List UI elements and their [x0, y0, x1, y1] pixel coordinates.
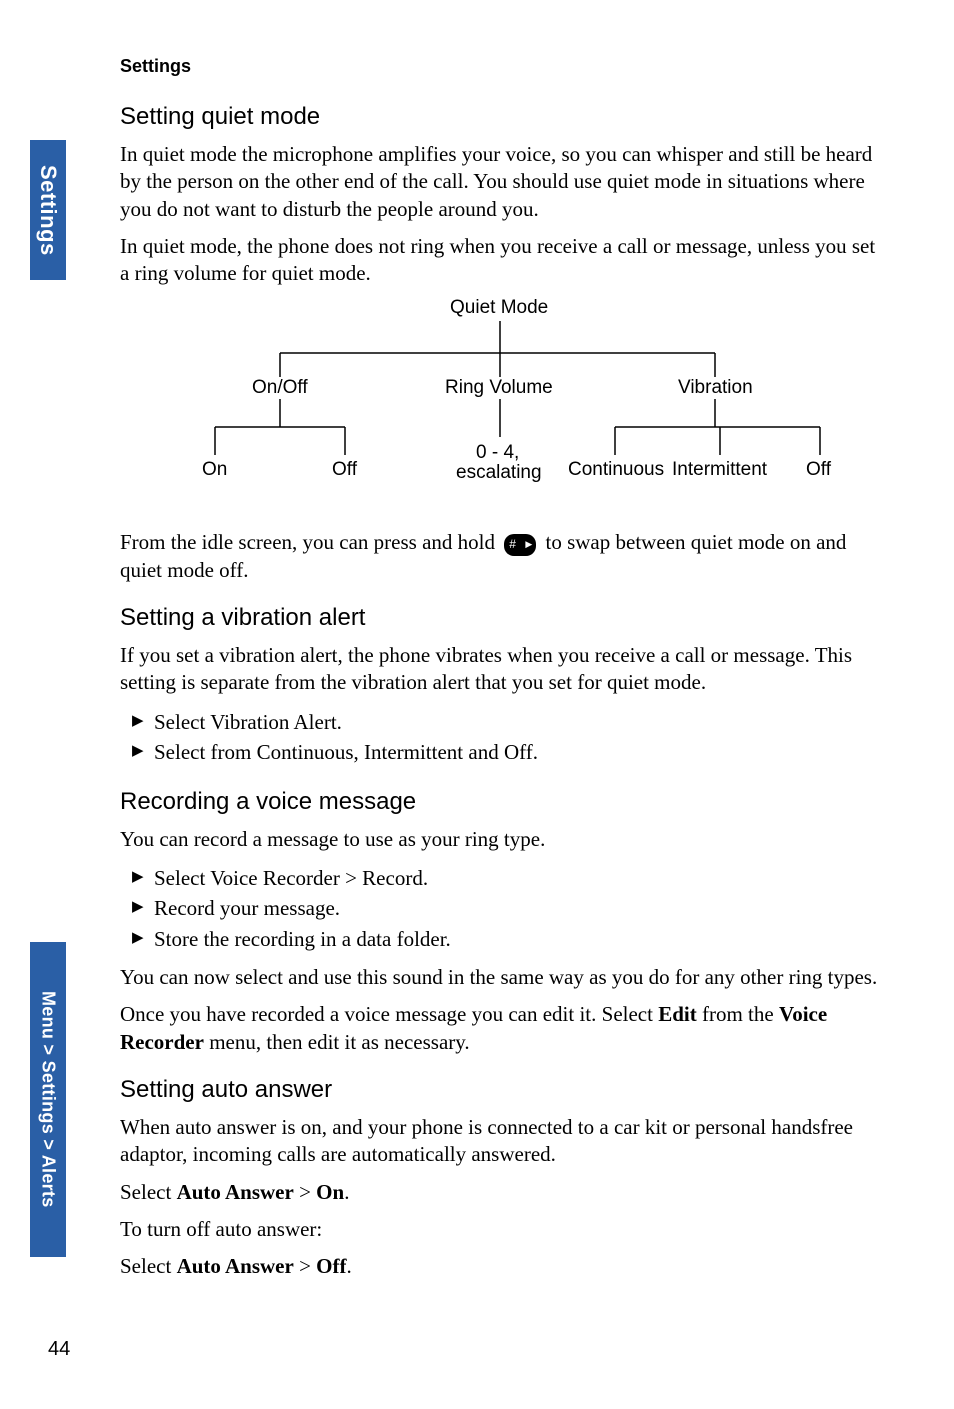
text: >: [294, 1254, 316, 1278]
text: .: [337, 710, 342, 734]
bullet-list: Select Vibration Alert. Select from Cont…: [120, 707, 880, 768]
text-bold: Edit: [658, 1002, 697, 1026]
heading-recording: Recording a voice message: [120, 788, 880, 816]
para: If you set a vibration alert, the phone …: [120, 642, 880, 697]
para: Select Auto Answer > On.: [120, 1179, 880, 1206]
heading-vibration-alert: Setting a vibration alert: [120, 604, 880, 632]
text: Select: [120, 1254, 177, 1278]
text: .: [533, 740, 538, 764]
list-item: Select Voice Recorder > Record.: [132, 863, 880, 893]
heading-auto-answer: Setting auto answer: [120, 1076, 880, 1104]
page-content: Settings Setting quiet mode In quiet mod…: [120, 56, 880, 1291]
tree-node-off: Off: [332, 459, 357, 481]
side-tab-breadcrumb: Menu > Settings > Alerts: [30, 942, 66, 1257]
para: You can record a message to use as your …: [120, 826, 880, 853]
side-tab-section: Settings: [30, 140, 66, 280]
text-bold: Off: [504, 740, 533, 764]
text: Select: [120, 1180, 177, 1204]
text: from the: [697, 1002, 779, 1026]
page-number: 44: [48, 1338, 70, 1361]
tree-node-continuous: Continuous: [568, 459, 664, 481]
text-bold: Auto Answer: [177, 1180, 294, 1204]
text: .: [423, 866, 428, 890]
para: In quiet mode the microphone amplifies y…: [120, 141, 880, 223]
tree-node-intermittent: Intermittent: [672, 459, 767, 481]
text: Once you have recorded a voice message y…: [120, 1002, 658, 1026]
para: From the idle screen, you can press and …: [120, 529, 880, 584]
hash-key-icon: [504, 534, 536, 556]
quiet-mode-tree-diagram: Quiet Mode On/Off Ring Volume Vibration …: [160, 297, 840, 507]
tree-node-vibration: Vibration: [678, 377, 753, 399]
text: From the idle screen, you can press and …: [120, 530, 500, 554]
side-tab-section-label: Settings: [35, 165, 61, 256]
text-bold: Auto Answer: [177, 1254, 294, 1278]
heading-quiet-mode: Setting quiet mode: [120, 103, 880, 131]
text-bold: Vibration Alert: [210, 710, 336, 734]
text: >: [340, 866, 362, 890]
list-item: Record your message.: [132, 893, 880, 923]
text: ,: [354, 740, 365, 764]
text: and: [463, 740, 504, 764]
text-bold: Continuous: [257, 740, 354, 764]
text: menu, then edit it as necessary.: [204, 1030, 470, 1054]
para: Select Auto Answer > Off.: [120, 1253, 880, 1280]
list-item: Store the recording in a data folder.: [132, 924, 880, 954]
text: Select: [154, 710, 210, 734]
tree-node-ringvol: Ring Volume: [445, 377, 553, 399]
text: .: [347, 1254, 352, 1278]
tree-node-on: On: [202, 459, 227, 481]
tree-node-voff: Off: [806, 459, 831, 481]
bullet-list: Select Voice Recorder > Record. Record y…: [120, 863, 880, 954]
para: In quiet mode, the phone does not ring w…: [120, 233, 880, 288]
tree-node-onoff: On/Off: [252, 377, 308, 399]
para: To turn off auto answer:: [120, 1216, 880, 1243]
para: When auto answer is on, and your phone i…: [120, 1114, 880, 1169]
text: Select: [154, 866, 210, 890]
text: Select from: [154, 740, 257, 764]
text-bold: Intermittent: [364, 740, 463, 764]
running-head: Settings: [120, 56, 880, 77]
side-tab-breadcrumb-label: Menu > Settings > Alerts: [38, 991, 59, 1208]
text: >: [294, 1180, 316, 1204]
text: .: [344, 1180, 349, 1204]
text-bold: Off: [316, 1254, 346, 1278]
list-item: Select from Continuous, Intermittent and…: [132, 737, 880, 767]
text-bold: Voice Recorder: [210, 866, 340, 890]
para: You can now select and use this sound in…: [120, 964, 880, 991]
text-bold: On: [316, 1180, 344, 1204]
text-bold: Record: [362, 866, 423, 890]
para: Once you have recorded a voice message y…: [120, 1001, 880, 1056]
tree-node-range2: escalating: [456, 462, 542, 484]
tree-node-range1: 0 - 4,: [476, 442, 519, 464]
tree-node-root: Quiet Mode: [450, 297, 548, 319]
list-item: Select Vibration Alert.: [132, 707, 880, 737]
